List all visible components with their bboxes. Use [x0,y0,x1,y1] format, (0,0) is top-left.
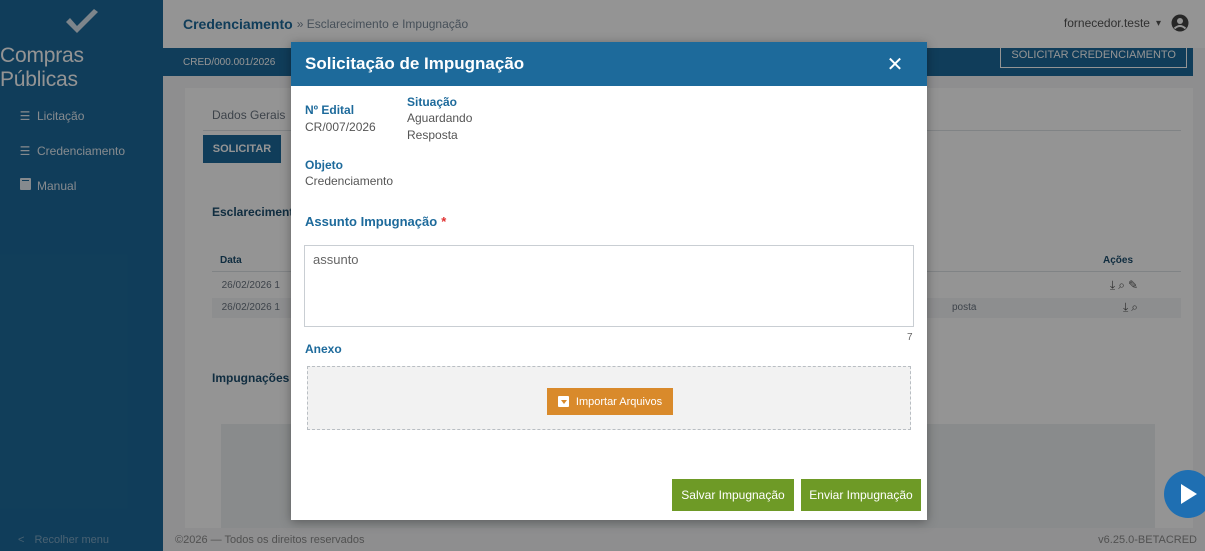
impugnacao-modal: Solicitação de Impugnação ✕ Nº Edital CR… [291,42,927,520]
enviar-impugnacao-button[interactable]: Enviar Impugnação [801,479,921,511]
edital-value: CR/007/2026 [305,120,376,134]
play-icon [1181,484,1197,504]
situacao-value: Aguardando Resposta [407,110,472,144]
situacao-value-line: Resposta [407,128,458,142]
objeto-value: Credenciamento [305,174,394,188]
situacao-label: Situação [407,95,458,109]
importar-arquivos-button[interactable]: Importar Arquivos [547,388,673,415]
assunto-label-text: Assunto Impugnação [305,214,438,229]
upload-icon [557,396,569,407]
close-icon[interactable]: ✕ [885,54,905,76]
situacao-value-line: Aguardando [407,111,473,125]
modal-header: Solicitação de Impugnação ✕ [291,42,927,86]
required-mark: * [441,214,447,229]
objeto-label: Objeto [305,158,343,172]
assunto-label: Assunto Impugnação * [305,214,446,229]
modal-title: Solicitação de Impugnação [305,54,525,73]
salvar-impugnacao-button[interactable]: Salvar Impugnação [672,479,794,511]
file-dropzone[interactable]: Importar Arquivos [307,366,911,430]
anexo-label: Anexo [305,342,342,356]
edital-label: Nº Edital [305,103,355,117]
importar-arquivos-label: Importar Arquivos [575,395,663,408]
play-button[interactable] [1164,470,1205,518]
assunto-textarea[interactable]: assunto [304,245,914,327]
char-count: 7 [907,332,913,343]
